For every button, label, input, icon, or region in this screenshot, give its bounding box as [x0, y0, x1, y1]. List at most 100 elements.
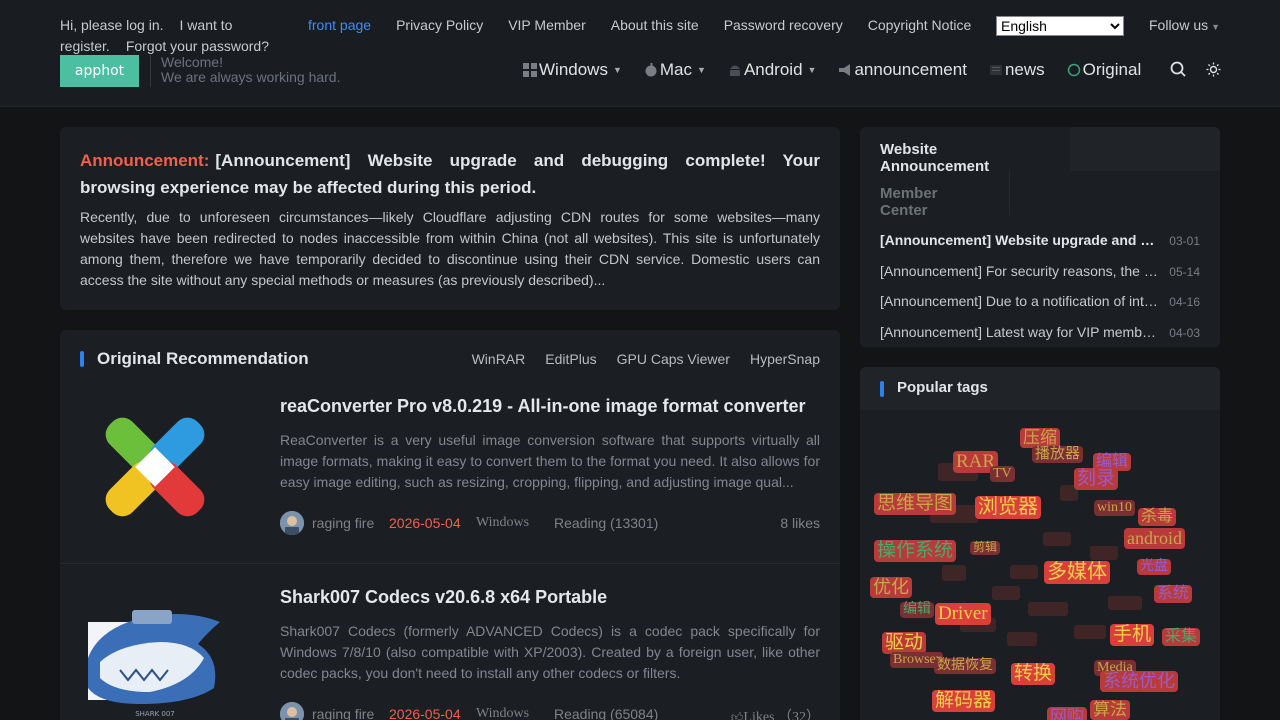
post-category[interactable]: Windows: [476, 706, 529, 720]
android-icon: [728, 63, 742, 77]
post-reads: Reading (65084): [554, 706, 659, 720]
thumbs-up-icon: 👍︎: [730, 710, 744, 720]
search-icon[interactable]: [1170, 61, 1186, 77]
tag-decoder[interactable]: 解码器: [932, 690, 996, 712]
tag-disc[interactable]: 光盘: [1137, 559, 1171, 576]
tag-edit-2[interactable]: 编辑: [900, 602, 934, 619]
theme-toggle-sun-icon[interactable]: [1206, 62, 1221, 77]
tag-antivirus[interactable]: 杀毒: [1138, 508, 1177, 527]
tags-header: Popular tags: [860, 367, 1220, 410]
main-nav: Windows ▼ Mac ▼ Android ▼ announcement news…: [523, 59, 1163, 81]
tab-editplus[interactable]: EditPlus: [545, 351, 596, 367]
list-item[interactable]: [Announcement] Latest way for VIP member…: [880, 322, 1200, 348]
avatar[interactable]: [280, 511, 304, 535]
tag-algorithm[interactable]: 算法: [1090, 700, 1130, 720]
popular-tags-widget: Popular tags 压缩 RAR 播放器 编辑 TV 刻录 思维导图 浏览…: [860, 367, 1220, 720]
nav-windows[interactable]: Windows ▼: [523, 60, 622, 80]
list-item[interactable]: [Announcement] For security reasons, the…: [880, 261, 1200, 292]
welcome-text: Welcome! We are always working hard.: [161, 55, 340, 85]
tag-clip[interactable]: 剪辑: [970, 540, 1001, 555]
tag-operating-system[interactable]: 操作系统: [874, 540, 957, 562]
post-title[interactable]: Shark007 Codecs v20.6.8 x64 Portable: [280, 587, 607, 608]
tag-compress[interactable]: 压缩: [1020, 428, 1060, 448]
nav-announcement[interactable]: announcement: [838, 60, 967, 80]
list-item-title: [Announcement] For security reasons, the…: [880, 262, 1160, 279]
login-link[interactable]: Hi, please log in.: [60, 17, 164, 33]
tag-system[interactable]: 系统: [1154, 585, 1193, 604]
tag-mindmap[interactable]: 思维导图: [874, 493, 957, 515]
announcement-title[interactable]: Announcement: [Announcement] Website upgr…: [80, 147, 820, 201]
tab-member-center[interactable]: Member Center: [860, 171, 1010, 219]
post-likes[interactable]: 👍︎Likes （32）: [731, 706, 820, 720]
toplink-front-page[interactable]: front page: [308, 17, 371, 33]
site-logo[interactable]: apphot: [60, 55, 139, 87]
language-select[interactable]: English: [996, 16, 1124, 36]
tags-title: Popular tags: [897, 379, 988, 396]
author-name[interactable]: raging fire: [312, 706, 374, 720]
nav-original-label: Original: [1082, 60, 1142, 79]
nav-mac[interactable]: Mac ▼: [644, 60, 706, 80]
tag-placeholder: [1043, 532, 1071, 546]
post-category[interactable]: Windows: [476, 515, 529, 531]
toplink-copyright[interactable]: Copyright Notice: [868, 17, 972, 33]
original-badge-icon: [1067, 63, 1081, 77]
section-header: Original Recommendation: [80, 349, 309, 369]
tag-optimize[interactable]: 优化: [870, 577, 912, 598]
tag-android[interactable]: android: [1124, 528, 1185, 549]
tag-online-shopping[interactable]: 网购: [1047, 707, 1087, 720]
tag-placeholder: [942, 565, 966, 581]
post-thumbnail-reaconverter[interactable]: [80, 397, 230, 537]
megaphone-icon: [838, 63, 852, 77]
follow-us-menu[interactable]: Follow us ▼: [1149, 17, 1220, 33]
forgot-password-link[interactable]: Forgot your password?: [126, 38, 269, 54]
list-item-date: 04-16: [1169, 295, 1200, 309]
recommendation-tabs: WinRAR EditPlus GPU Caps Viewer HyperSna…: [452, 351, 820, 367]
tag-placeholder: [1007, 632, 1037, 646]
list-item[interactable]: [Announcement] Due to a notification of …: [880, 291, 1200, 322]
tag-drive[interactable]: 驱动: [882, 632, 927, 654]
tab-winrar[interactable]: WinRAR: [472, 351, 526, 367]
tab-strip-filler: [1070, 127, 1220, 171]
tag-tv[interactable]: TV: [990, 466, 1015, 483]
avatar[interactable]: [280, 702, 304, 720]
tab-website-announcement[interactable]: Website Announcement: [860, 127, 1070, 175]
tag-convert[interactable]: 转换: [1011, 663, 1056, 685]
tag-burn[interactable]: 刻录: [1074, 468, 1119, 490]
nav-original[interactable]: Original: [1067, 60, 1142, 80]
tag-capture[interactable]: 采集: [1162, 628, 1201, 647]
apple-icon: [644, 63, 658, 77]
tag-browser-cn[interactable]: 浏览器: [975, 496, 1041, 519]
welcome-line-2: We are always working hard.: [161, 69, 341, 85]
shark007-thumbnail-caption: SHARK 007: [135, 710, 175, 718]
toplink-vip-member[interactable]: VIP Member: [508, 17, 586, 33]
nav-news-label: news: [1004, 60, 1045, 79]
post-likes-label: Likes （32）: [743, 710, 820, 720]
author-name[interactable]: raging fire: [312, 515, 374, 531]
tag-driver[interactable]: Driver: [935, 603, 991, 625]
tag-cloud: 压缩 RAR 播放器 编辑 TV 刻录 思维导图 浏览器 win10 杀毒 an…: [860, 410, 1220, 720]
tab-gpu-caps-viewer[interactable]: GPU Caps Viewer: [617, 351, 730, 367]
tag-data-recovery[interactable]: 数据恢复: [934, 658, 996, 675]
widget-tabs: Website Announcement Member Center: [860, 127, 1220, 219]
tag-system-optimize[interactable]: 系统优化: [1100, 671, 1178, 692]
list-item-date: 03-01: [1169, 234, 1200, 248]
tag-player[interactable]: 播放器: [1032, 446, 1084, 464]
list-item[interactable]: [Announcement] Website upgrade and debug…: [880, 230, 1200, 261]
chevron-down-icon: ▼: [807, 65, 817, 75]
section-accent-bar: [80, 351, 84, 367]
tab-hypersnap[interactable]: HyperSnap: [750, 351, 820, 367]
post-title[interactable]: reaConverter Pro v8.0.219 - All-in-one i…: [280, 396, 806, 417]
post-thumbnail-shark007[interactable]: SHARK 007: [80, 588, 230, 720]
tag-mobile[interactable]: 手机: [1110, 624, 1155, 646]
follow-us-label: Follow us: [1149, 17, 1209, 33]
tag-multimedia[interactable]: 多媒体: [1044, 561, 1110, 584]
toplink-password-recovery[interactable]: Password recovery: [724, 17, 843, 33]
nav-android[interactable]: Android ▼: [728, 60, 817, 80]
toplink-about[interactable]: About this site: [611, 17, 699, 33]
tag-win10[interactable]: win10: [1094, 500, 1135, 517]
nav-news[interactable]: news: [989, 60, 1045, 80]
toplink-privacy-policy[interactable]: Privacy Policy: [396, 17, 483, 33]
tag-placeholder: [1074, 625, 1106, 639]
post-likes[interactable]: 8 likes: [780, 515, 820, 531]
chevron-down-icon: ▼: [1211, 22, 1221, 32]
